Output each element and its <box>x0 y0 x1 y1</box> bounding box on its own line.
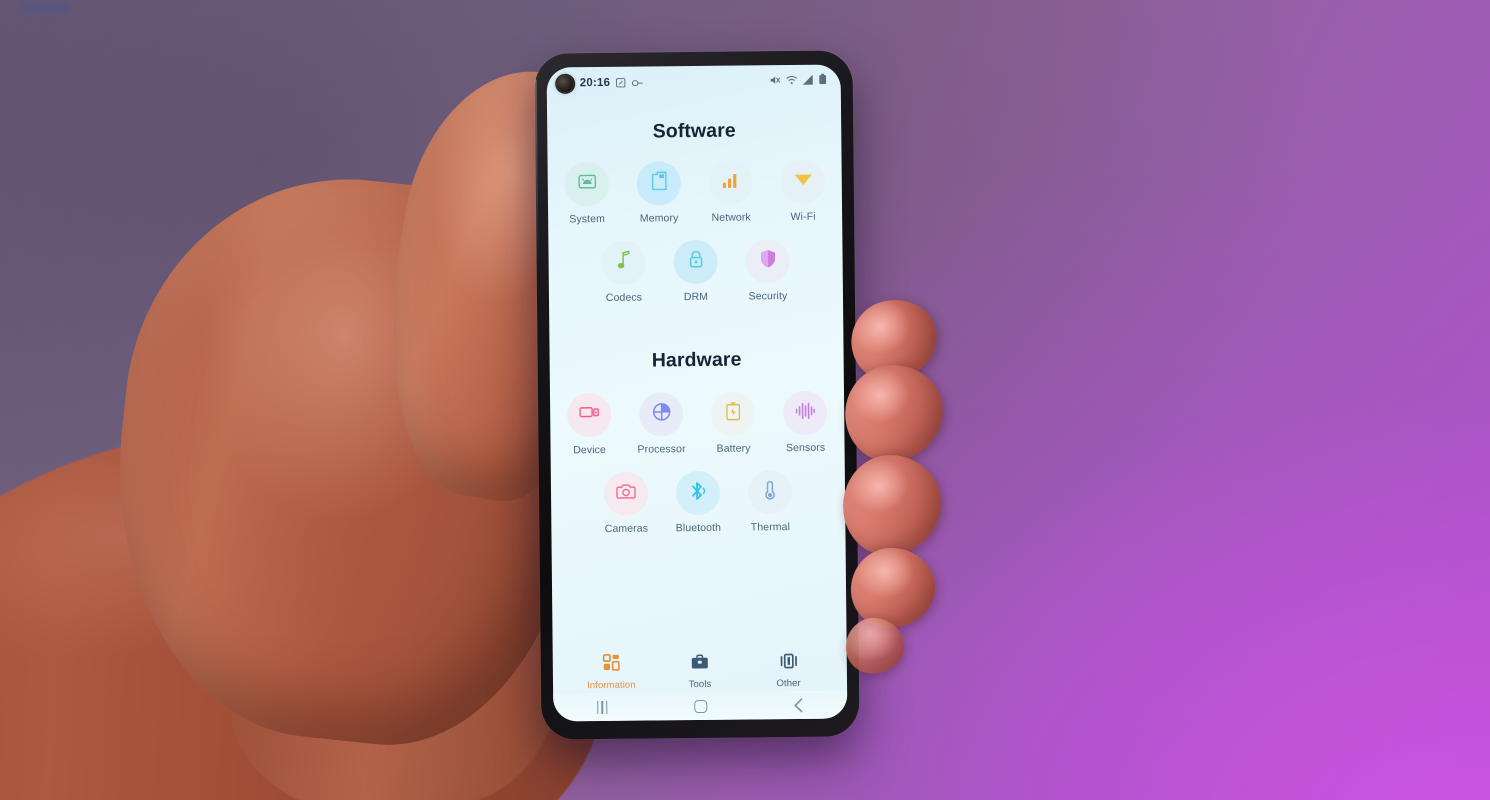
app-item-network[interactable]: Network <box>695 160 768 224</box>
signal-bars-icon <box>722 172 740 194</box>
laptop-icon <box>579 405 599 425</box>
section-title-hardware: Hardware <box>651 348 742 372</box>
app-item-drm[interactable]: DRM <box>659 239 732 304</box>
android-system-icon <box>577 172 596 196</box>
recents-icon[interactable] <box>574 695 630 720</box>
codecs-icon-halo <box>601 240 646 285</box>
app-label: Wi-Fi <box>790 210 816 224</box>
hardware-grid-row-2: Cameras Bluetooth Thermal <box>551 453 846 535</box>
lens-artifact <box>22 4 68 13</box>
smartphone: 20:16 Software System Memory Network Wi-… <box>534 50 860 740</box>
app-label: Battery <box>716 442 751 455</box>
app-item-codecs[interactable]: Codecs <box>587 240 660 304</box>
thermometer-icon <box>764 480 776 505</box>
app-item-bluetooth[interactable]: Bluetooth <box>662 470 735 535</box>
software-grid-row-1: System Memory Network Wi-Fi <box>547 141 842 225</box>
app-item-sensors[interactable]: Sensors <box>769 390 842 454</box>
battery-icon <box>819 72 827 90</box>
app-label: Processor <box>637 443 686 456</box>
security-icon-halo <box>745 239 790 284</box>
app-item-system[interactable]: System <box>551 161 624 226</box>
bottom-tab-bar: Information Tools Other <box>553 651 847 691</box>
app-item-wifi[interactable]: Wi-Fi <box>767 159 840 224</box>
app-label: Bluetooth <box>675 521 722 535</box>
app-label: Cameras <box>604 522 649 535</box>
app-label: System <box>569 212 606 226</box>
panels-icon <box>779 653 797 674</box>
app-item-thermal[interactable]: Thermal <box>734 470 807 534</box>
toolbox-icon <box>691 654 709 675</box>
lock-icon <box>687 250 704 274</box>
tab-label: Other <box>776 677 801 690</box>
app-item-device[interactable]: Device <box>553 392 626 457</box>
phone-screen: 20:16 Software System Memory Network Wi-… <box>546 64 848 722</box>
back-icon[interactable] <box>770 693 826 718</box>
software-grid-row-2: Codecs DRM Security <box>548 222 843 304</box>
shield-icon <box>759 249 776 273</box>
memory-icon-halo <box>636 161 682 206</box>
app-item-security[interactable]: Security <box>731 239 804 303</box>
waveform-icon <box>795 401 815 424</box>
system-icon-halo <box>564 161 610 207</box>
wifi-icon <box>786 72 798 90</box>
grid-squares-icon <box>602 654 620 676</box>
mute-icon <box>770 72 781 90</box>
app-label: Security <box>748 290 788 303</box>
thermal-icon-halo <box>747 470 793 515</box>
android-navigation-bar <box>553 690 848 722</box>
tab-information[interactable]: Information <box>569 653 653 691</box>
battery-icon <box>726 402 741 426</box>
app-item-battery[interactable]: Battery <box>697 391 770 455</box>
tab-label: Information <box>586 679 636 692</box>
app-label: Codecs <box>605 291 643 304</box>
wifi-triangle-icon <box>793 172 812 192</box>
app-label: Device <box>573 443 606 457</box>
home-icon[interactable] <box>672 694 728 719</box>
sensors-icon-halo <box>782 390 828 436</box>
wifi-icon-halo <box>780 159 826 205</box>
app-label: Memory <box>639 212 679 225</box>
section-title-software: Software <box>652 119 736 143</box>
app-item-processor[interactable]: Processor <box>625 392 698 456</box>
tab-label: Tools <box>688 678 712 691</box>
tab-tools[interactable]: Tools <box>658 654 742 691</box>
status-bar: 20:16 <box>547 64 841 99</box>
screenshot-icon <box>616 78 626 88</box>
cpu-chart-icon <box>652 402 671 426</box>
app-item-memory[interactable]: Memory <box>623 161 696 225</box>
vpn-key-icon <box>632 78 644 87</box>
app-label: Thermal <box>750 521 791 534</box>
drm-icon-halo <box>673 239 718 285</box>
tab-other[interactable]: Other <box>746 653 830 690</box>
device-icon-halo <box>566 392 612 438</box>
music-note-icon <box>616 250 631 275</box>
cameras-icon-halo <box>603 471 649 516</box>
punch-hole-camera-icon <box>556 74 574 92</box>
status-bar-clock: 20:16 <box>579 76 611 90</box>
signal-icon <box>802 72 814 90</box>
app-label: DRM <box>683 290 709 304</box>
bluetooth-icon-halo <box>675 470 721 516</box>
hardware-grid-row-1: Device Processor Battery Sensors <box>550 370 845 456</box>
processor-icon-halo <box>638 392 684 437</box>
battery-icon-halo <box>710 391 756 436</box>
app-label: Sensors <box>785 441 826 455</box>
app-item-cameras[interactable]: Cameras <box>590 471 663 535</box>
bluetooth-icon <box>690 480 706 505</box>
network-icon-halo <box>708 160 754 205</box>
camera-icon <box>616 483 636 505</box>
app-label: Network <box>711 211 751 224</box>
sd-card-icon <box>650 171 667 195</box>
